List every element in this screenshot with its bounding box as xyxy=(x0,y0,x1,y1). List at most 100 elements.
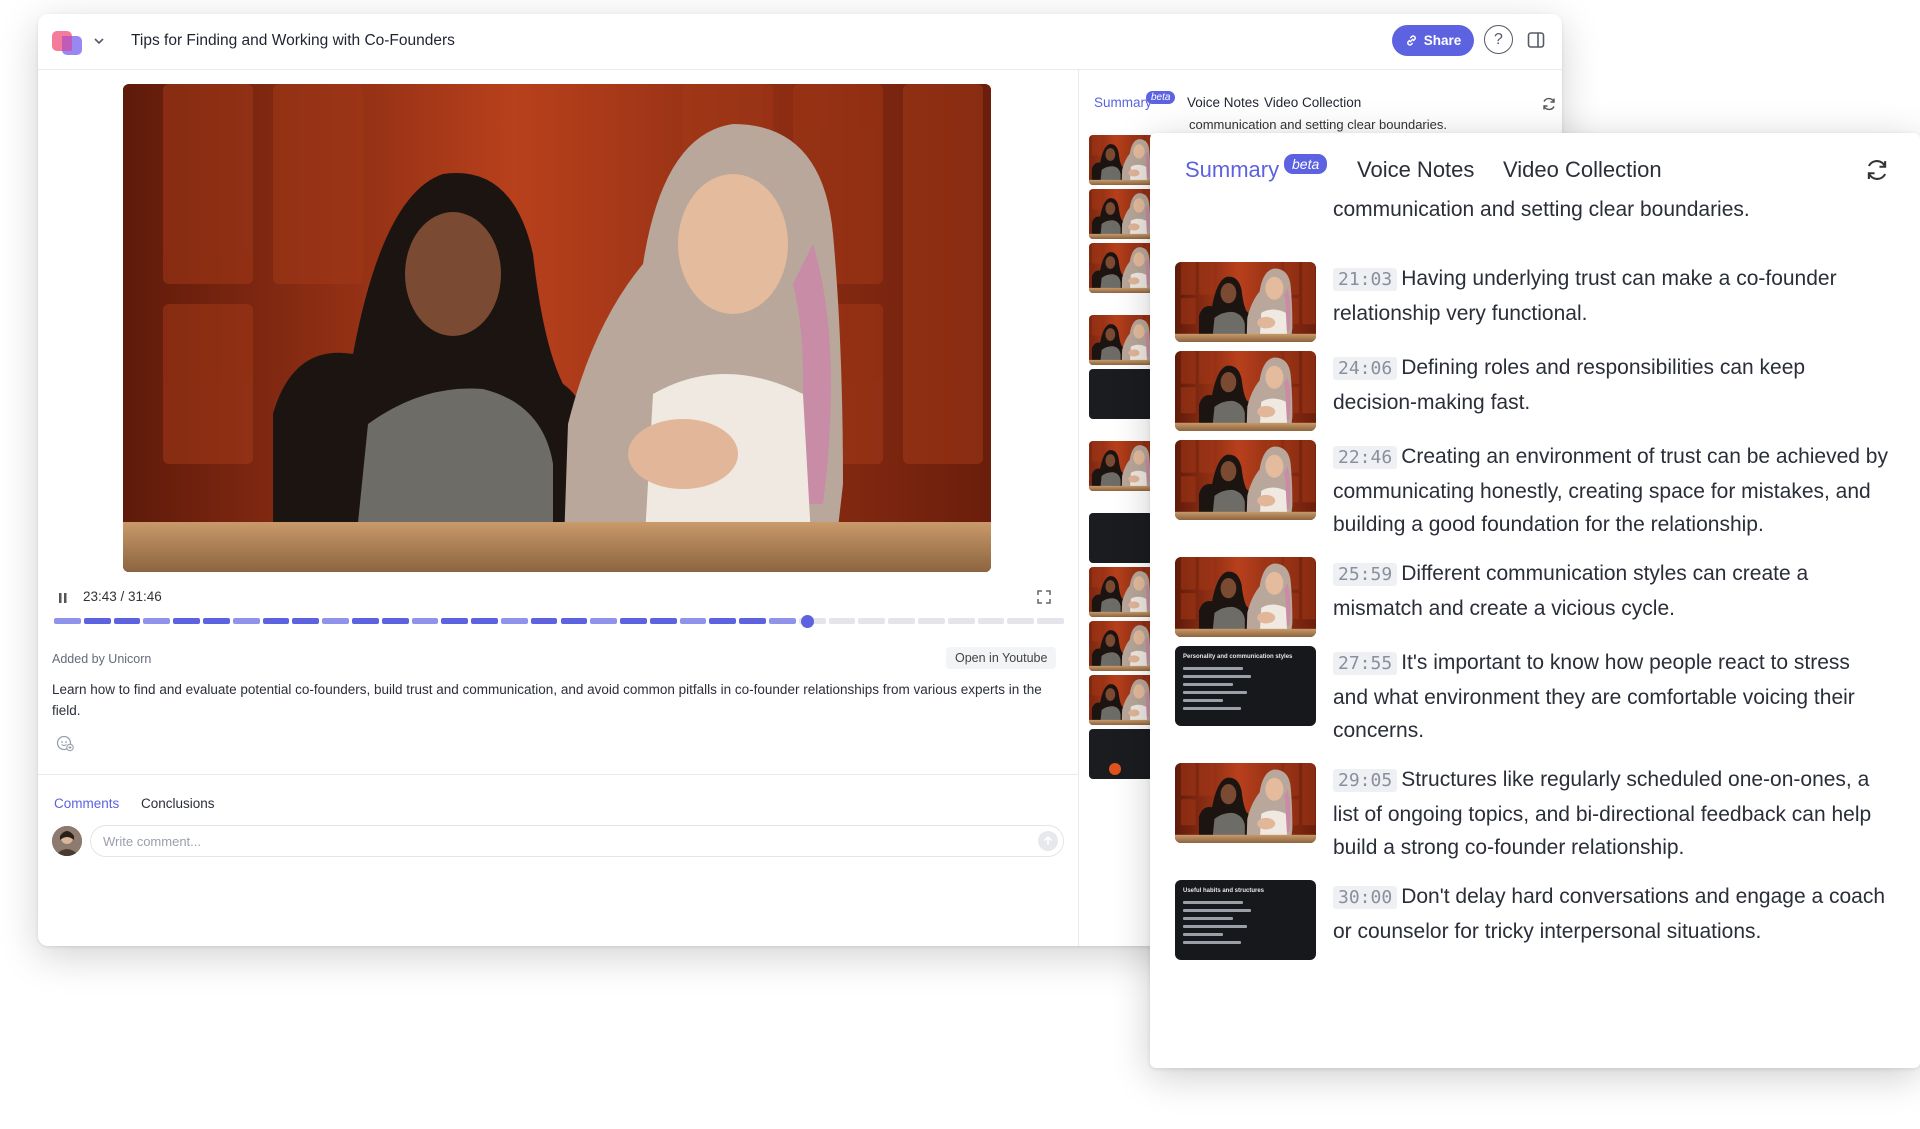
summary-sentence: Structures like regularly scheduled one-… xyxy=(1333,768,1872,859)
progress-segment[interactable] xyxy=(322,618,349,624)
progress-segment[interactable] xyxy=(947,618,975,624)
video-thumbnail[interactable] xyxy=(1175,262,1316,342)
beta-badge: beta xyxy=(1284,154,1328,174)
progress-segment[interactable] xyxy=(83,618,111,624)
progress-segment[interactable] xyxy=(113,618,141,624)
progress-segment[interactable] xyxy=(590,618,618,624)
timestamp-link[interactable]: 21:03 xyxy=(1333,268,1398,291)
summary-sentence: Don't delay hard conversations and engag… xyxy=(1333,885,1886,943)
progress-segment[interactable] xyxy=(381,618,409,624)
progress-segment[interactable] xyxy=(709,618,737,624)
mini-thumbnail[interactable] xyxy=(1089,621,1153,671)
progress-segment[interactable] xyxy=(471,618,498,624)
progress-segment[interactable] xyxy=(769,618,796,624)
summary-item-text: 27:55 It's important to know how people r… xyxy=(1333,646,1888,748)
progress-segment[interactable] xyxy=(441,618,469,624)
slide-thumbnail[interactable]: Useful habits and structures xyxy=(1175,880,1316,960)
progress-segment[interactable] xyxy=(202,618,230,624)
sidebar-tab-voice-notes[interactable]: Voice Notes xyxy=(1187,95,1259,110)
video-thumbnail[interactable] xyxy=(1175,440,1316,520)
sidebar-tab-summary[interactable]: Summary xyxy=(1094,95,1152,110)
progress-segment[interactable] xyxy=(351,618,379,624)
progress-segment[interactable] xyxy=(649,618,677,624)
progress-segment[interactable] xyxy=(858,618,886,624)
add-reaction-icon[interactable] xyxy=(56,734,74,752)
tab-conclusions[interactable]: Conclusions xyxy=(141,796,215,811)
progress-segment[interactable] xyxy=(500,618,528,624)
playback-time: 23:43 / 31:46 xyxy=(83,589,162,604)
mini-thumbnail[interactable] xyxy=(1089,243,1153,293)
progress-segment[interactable] xyxy=(739,618,767,624)
summary-item-text: 22:46 Creating an environment of trust ca… xyxy=(1333,440,1888,542)
tab-summary[interactable]: Summary xyxy=(1185,157,1279,183)
timestamp-link[interactable]: 24:06 xyxy=(1333,357,1398,380)
summary-text-partial: communication and setting clear boundari… xyxy=(1333,198,1750,221)
progress-segment[interactable] xyxy=(888,618,916,624)
progress-segment[interactable] xyxy=(679,618,707,624)
open-in-youtube-button[interactable]: Open in Youtube xyxy=(946,647,1057,669)
mini-thumbnail[interactable] xyxy=(1089,567,1153,617)
summary-card: Summary beta Voice Notes Video Collectio… xyxy=(1150,133,1920,1068)
video-thumbnail[interactable] xyxy=(1175,557,1316,637)
progress-segment[interactable] xyxy=(530,618,558,624)
summary-item-text: 21:03 Having underlying trust can make a … xyxy=(1333,262,1888,330)
share-button[interactable]: Share xyxy=(1392,25,1474,56)
progress-segment[interactable] xyxy=(620,618,647,624)
refresh-icon[interactable] xyxy=(1541,96,1557,112)
mini-slide-thumbnail[interactable] xyxy=(1089,513,1153,563)
progress-segment[interactable] xyxy=(411,618,439,624)
summary-sentence: Having underlying trust can make a co-fo… xyxy=(1333,267,1837,325)
mini-thumbnail[interactable] xyxy=(1089,135,1153,185)
tab-comments[interactable]: Comments xyxy=(54,796,119,811)
arrow-up-icon xyxy=(1043,835,1053,845)
timestamp-link[interactable]: 25:59 xyxy=(1333,563,1398,586)
chevron-down-icon[interactable] xyxy=(91,33,107,49)
slide-thumbnail[interactable]: Personality and communication styles xyxy=(1175,646,1316,726)
progress-bar[interactable] xyxy=(54,615,1064,628)
slide-title: Useful habits and structures xyxy=(1183,888,1265,894)
progress-segment[interactable] xyxy=(1037,618,1064,624)
tab-voice-notes[interactable]: Voice Notes xyxy=(1357,157,1474,183)
sidebar-tab-video-collection[interactable]: Video Collection xyxy=(1264,95,1361,110)
progress-knob[interactable] xyxy=(801,615,815,628)
timestamp-link[interactable]: 27:55 xyxy=(1333,652,1398,675)
video-player[interactable] xyxy=(123,84,991,572)
progress-segment[interactable] xyxy=(143,618,171,624)
mini-thumbnail[interactable] xyxy=(1089,315,1153,365)
app-logo-icon[interactable] xyxy=(52,28,84,56)
timestamp-link[interactable]: 30:00 xyxy=(1333,886,1398,909)
mini-thumbnail[interactable] xyxy=(1089,189,1153,239)
progress-segment[interactable] xyxy=(977,618,1005,624)
mini-thumbnail[interactable] xyxy=(1089,441,1153,491)
progress-segment[interactable] xyxy=(828,618,856,624)
comment-input[interactable]: Write comment... xyxy=(90,825,1064,857)
summary-sentence: It's important to know how people react … xyxy=(1333,651,1855,742)
tab-video-collection[interactable]: Video Collection xyxy=(1503,157,1662,183)
progress-segment[interactable] xyxy=(173,618,200,624)
progress-segment[interactable] xyxy=(54,618,81,624)
progress-segment[interactable] xyxy=(262,618,290,624)
send-comment-button[interactable] xyxy=(1038,831,1058,851)
help-button[interactable]: ? xyxy=(1484,25,1513,54)
pause-icon[interactable] xyxy=(58,592,68,604)
video-thumbnail[interactable] xyxy=(1175,763,1316,843)
mini-slide-thumbnail[interactable] xyxy=(1089,369,1153,419)
fullscreen-icon[interactable] xyxy=(1037,590,1051,604)
progress-segment[interactable] xyxy=(1007,618,1035,624)
summary-item-text: 30:00 Don't delay hard conversations and … xyxy=(1333,880,1888,948)
summary-item-text: 24:06 Defining roles and responsibilities… xyxy=(1333,351,1888,419)
progress-segment[interactable] xyxy=(560,618,588,624)
avatar xyxy=(52,826,82,856)
mini-thumbnail[interactable] xyxy=(1089,675,1153,725)
panel-toggle-icon[interactable] xyxy=(1526,30,1546,50)
mini-slide-thumbnail[interactable] xyxy=(1089,729,1153,779)
progress-segment[interactable] xyxy=(918,618,945,624)
timestamp-link[interactable]: 22:46 xyxy=(1333,446,1398,469)
progress-segment[interactable] xyxy=(232,618,260,624)
summary-sentence: Creating an environment of trust can be … xyxy=(1333,445,1888,536)
video-description: Learn how to find and evaluate potential… xyxy=(52,682,1042,718)
video-thumbnail[interactable] xyxy=(1175,351,1316,431)
refresh-icon[interactable] xyxy=(1864,157,1890,183)
timestamp-link[interactable]: 29:05 xyxy=(1333,769,1398,792)
progress-segment[interactable] xyxy=(292,618,320,624)
